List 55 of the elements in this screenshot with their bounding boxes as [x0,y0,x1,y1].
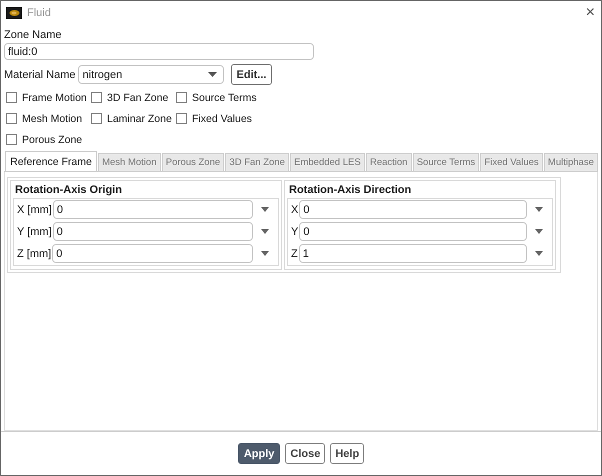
dropdown-arrow-icon[interactable] [534,251,544,256]
tab[interactable]: Multiphase [544,153,598,171]
checkbox-label: 3D Fan Zone [107,92,168,104]
field-label: X [291,204,298,216]
input-field[interactable]: 0 [299,200,527,219]
dropdown-arrow-icon[interactable] [260,207,270,212]
field-label: Z [291,248,298,260]
input-field[interactable]: 0 [52,200,253,219]
group-title: Rotation-Axis Origin [14,183,123,198]
tab[interactable]: Porous Zone [162,153,224,171]
checkbox[interactable] [6,92,17,103]
app-icon [6,7,22,19]
checkbox-label: Source Terms [192,92,257,104]
checkbox-label: Fixed Values [192,112,252,124]
checkbox[interactable] [176,113,187,124]
field-label: Material Name [4,68,76,80]
field-label: Z [mm] [17,248,52,260]
tab[interactable]: 3D Fan Zone [225,153,290,171]
dropdown-arrow-icon[interactable] [534,229,544,234]
dropdown-arrow-icon[interactable] [534,207,544,212]
field-label: Y [291,226,298,238]
dialog-button[interactable]: Close [285,443,326,464]
edit-button[interactable]: Edit... [230,64,272,85]
checkbox-label: Laminar Zone [107,112,172,124]
window-title: Fluid [27,7,52,19]
checkbox[interactable] [91,113,102,124]
tab[interactable]: Fixed Values [480,153,543,171]
tab[interactable]: Embedded LES [290,153,365,171]
input-field[interactable]: 0 [52,244,253,263]
input-field[interactable]: fluid:0 [4,43,314,60]
checkbox[interactable] [6,113,17,124]
tab[interactable]: Source Terms [412,153,480,171]
dropdown-arrow-icon[interactable] [260,229,270,234]
checkbox[interactable] [6,134,17,145]
checkbox[interactable] [91,92,102,103]
field-label: X [mm] [17,204,52,216]
checkbox-label: Mesh Motion [22,112,82,124]
dialog-button[interactable]: Help [330,443,364,464]
checkbox[interactable] [176,92,187,103]
group-title: Rotation-Axis Direction [288,183,412,198]
field-label: Y [mm] [17,226,52,238]
input-field[interactable]: 0 [52,222,253,241]
tab[interactable]: Mesh Motion [98,153,161,171]
input-field[interactable]: 1 [298,244,527,263]
tab[interactable]: Reference Frame [5,151,97,171]
checkbox-label: Frame Motion [22,92,87,104]
material-dropdown[interactable]: nitrogen [78,65,224,84]
close-button[interactable]: × [586,5,595,21]
tab[interactable]: Reaction [366,153,412,171]
checkbox-label: Porous Zone [22,134,82,146]
dropdown-arrow-icon[interactable] [208,72,217,77]
dialog-button[interactable]: Apply [238,443,280,464]
field-label: Zone Name [4,29,62,41]
input-field[interactable]: 0 [299,222,527,241]
dropdown-arrow-icon[interactable] [260,251,270,256]
